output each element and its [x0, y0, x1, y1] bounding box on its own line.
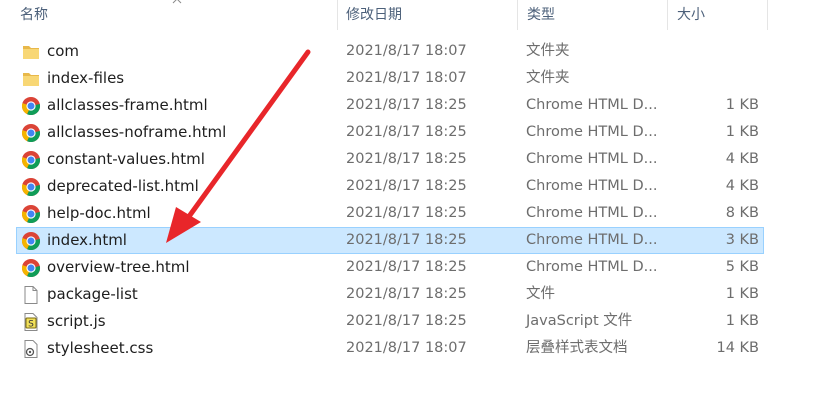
- column-divider[interactable]: [517, 0, 518, 30]
- file-modified-date: 2021/8/17 18:25: [346, 286, 467, 302]
- file-size: 1 KB: [725, 286, 759, 302]
- file-row-index-files[interactable]: index-files 2021/8/17 18:07 文件夹: [16, 65, 764, 92]
- file-type: Chrome HTML D...: [526, 151, 658, 167]
- file-row-overview-tree-html[interactable]: overview-tree.html 2021/8/17 18:25 Chrom…: [16, 254, 764, 281]
- file-name: package-list: [47, 285, 138, 303]
- file-row-deprecated-list-html[interactable]: deprecated-list.html 2021/8/17 18:25 Chr…: [16, 173, 764, 200]
- file-type: JavaScript 文件: [526, 313, 633, 329]
- column-divider[interactable]: [667, 0, 668, 30]
- folder-icon: [21, 42, 41, 62]
- file-type: Chrome HTML D...: [526, 259, 658, 275]
- column-header-type[interactable]: 类型: [527, 0, 555, 30]
- file-size: 1 KB: [725, 97, 759, 113]
- file-modified-date: 2021/8/17 18:25: [346, 259, 467, 275]
- file-name: script.js: [47, 312, 106, 330]
- file-type: 文件: [526, 286, 555, 302]
- column-header-size[interactable]: 大小: [677, 0, 705, 30]
- file-name: deprecated-list.html: [47, 177, 199, 195]
- script-file-icon: S: [21, 312, 41, 332]
- column-header-date[interactable]: 修改日期: [346, 0, 402, 30]
- column-divider[interactable]: [337, 0, 338, 30]
- file-name: allclasses-noframe.html: [47, 123, 227, 141]
- file-modified-date: 2021/8/17 18:25: [346, 205, 467, 221]
- file-type: Chrome HTML D...: [526, 97, 658, 113]
- chrome-icon: [21, 204, 41, 224]
- file-type: Chrome HTML D...: [526, 124, 658, 140]
- file-size: 5 KB: [725, 259, 759, 275]
- file-name: com: [47, 42, 80, 60]
- file-modified-date: 2021/8/17 18:25: [346, 313, 467, 329]
- file-modified-date: 2021/8/17 18:07: [346, 340, 467, 356]
- column-header: 名称 修改日期 类型 大小: [0, 0, 835, 30]
- svg-text:S: S: [28, 320, 34, 330]
- column-header-name[interactable]: 名称: [20, 0, 48, 30]
- file-name: overview-tree.html: [47, 258, 190, 276]
- file-name: help-doc.html: [47, 204, 151, 222]
- file-size: 1 KB: [725, 124, 759, 140]
- file-row-allclasses-noframe-html[interactable]: allclasses-noframe.html 2021/8/17 18:25 …: [16, 119, 764, 146]
- file-size: 3 KB: [725, 232, 759, 248]
- file-row-allclasses-frame-html[interactable]: allclasses-frame.html 2021/8/17 18:25 Ch…: [16, 92, 764, 119]
- file-row-constant-values-html[interactable]: constant-values.html 2021/8/17 18:25 Chr…: [16, 146, 764, 173]
- file-name: index-files: [47, 69, 125, 87]
- column-divider[interactable]: [767, 0, 768, 30]
- file-row-script-js[interactable]: S script.js 2021/8/17 18:25 JavaScript 文…: [16, 308, 764, 335]
- file-modified-date: 2021/8/17 18:25: [346, 124, 467, 140]
- file-modified-date: 2021/8/17 18:25: [346, 151, 467, 167]
- file-modified-date: 2021/8/17 18:07: [346, 70, 467, 86]
- file-row-com[interactable]: com 2021/8/17 18:07 文件夹: [16, 38, 764, 65]
- file-modified-date: 2021/8/17 18:25: [346, 178, 467, 194]
- file-size: 1 KB: [725, 313, 759, 329]
- file-name: index.html: [47, 231, 127, 249]
- file-modified-date: 2021/8/17 18:25: [346, 97, 467, 113]
- file-type: 文件夹: [526, 43, 570, 59]
- file-type: 文件夹: [526, 70, 570, 86]
- file-modified-date: 2021/8/17 18:25: [346, 232, 467, 248]
- file-type: Chrome HTML D...: [526, 178, 658, 194]
- file-name: stylesheet.css: [47, 339, 154, 357]
- sort-caret-icon: [172, 0, 182, 4]
- file-type: Chrome HTML D...: [526, 232, 658, 248]
- chrome-icon: [21, 123, 41, 143]
- file-name: constant-values.html: [47, 150, 205, 168]
- file-size: 4 KB: [725, 178, 759, 194]
- file-modified-date: 2021/8/17 18:07: [346, 43, 467, 59]
- folder-icon: [21, 69, 41, 89]
- file-row-package-list[interactable]: package-list 2021/8/17 18:25 文件 1 KB: [16, 281, 764, 308]
- chrome-icon: [21, 231, 41, 251]
- chrome-icon: [21, 96, 41, 116]
- file-row-stylesheet-css[interactable]: stylesheet.css 2021/8/17 18:07 层叠样式表文档 1…: [16, 335, 764, 362]
- file-name: allclasses-frame.html: [47, 96, 208, 114]
- file-type: Chrome HTML D...: [526, 205, 658, 221]
- chrome-icon: [21, 258, 41, 278]
- css-file-icon: [21, 339, 41, 359]
- file-size: 8 KB: [725, 205, 759, 221]
- file-size: 4 KB: [725, 151, 759, 167]
- chrome-icon: [21, 177, 41, 197]
- file-size: 14 KB: [716, 340, 759, 356]
- chrome-icon: [21, 150, 41, 170]
- file-type: 层叠样式表文档: [526, 340, 628, 356]
- file-row-help-doc-html[interactable]: help-doc.html 2021/8/17 18:25 Chrome HTM…: [16, 200, 764, 227]
- blank-file-icon: [21, 285, 41, 305]
- file-row-index-html[interactable]: index.html 2021/8/17 18:25 Chrome HTML D…: [16, 227, 764, 254]
